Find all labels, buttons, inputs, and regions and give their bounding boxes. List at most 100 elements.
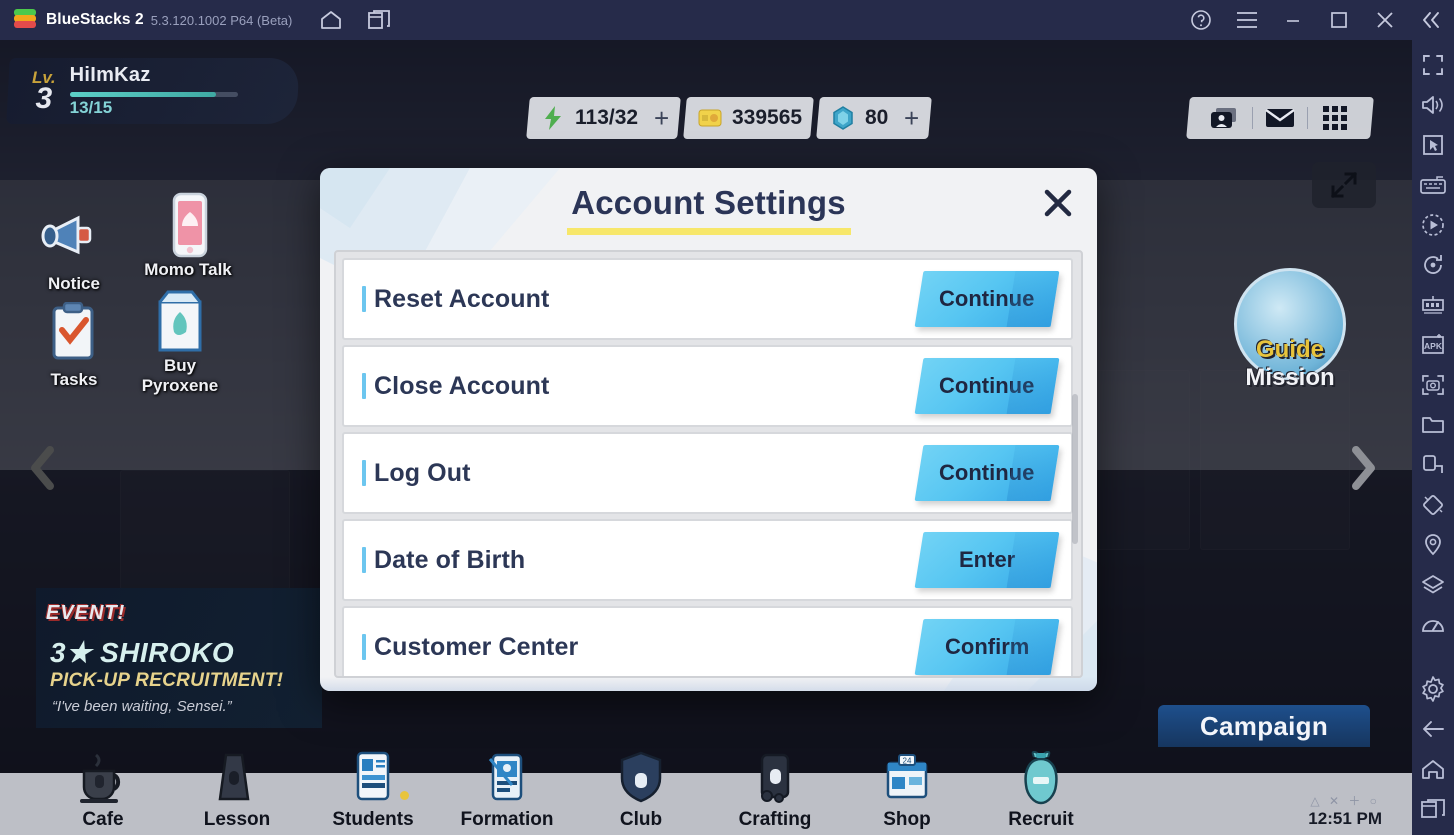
help-icon[interactable] (1184, 3, 1218, 37)
bottom-nav-recruit[interactable]: Recruit (986, 751, 1096, 831)
close-icon[interactable] (1368, 3, 1402, 37)
currency-credits[interactable]: 339565 (683, 97, 815, 139)
bottom-nav-crafting[interactable]: Crafting (720, 751, 830, 831)
currency-ap[interactable]: 113/32 + (526, 97, 682, 139)
game-viewport[interactable]: Lv. 3 HiImKaz 13/15 113/32 + 339565 80 +… (0, 40, 1412, 835)
player-level-value: 3 (35, 81, 53, 115)
macro-play-icon[interactable] (1418, 210, 1448, 240)
close-account-button[interactable]: Continue (914, 358, 1060, 414)
eco-mode-icon[interactable] (1418, 290, 1448, 320)
bottom-nav-lesson[interactable]: Lesson (182, 751, 292, 831)
home-nav-icon[interactable] (1418, 754, 1448, 784)
app-grid-icon[interactable] (1308, 97, 1362, 139)
multi-layer-icon[interactable] (1418, 570, 1448, 600)
settings-list[interactable]: Reset Account Continue Close Account Con… (334, 250, 1083, 678)
xp-bar-fill (69, 92, 216, 97)
app-name: BlueStacks 2 (46, 11, 144, 28)
tilt-icon[interactable] (1418, 490, 1448, 520)
media-folder-icon[interactable] (1418, 410, 1448, 440)
mail-icon[interactable] (1253, 97, 1307, 139)
table-row[interactable]: Date of Birth Enter (342, 519, 1073, 601)
guide-mission-button[interactable]: Guide Mission (1220, 268, 1360, 392)
bottom-nav-cafe[interactable]: Cafe (48, 751, 158, 831)
recents-icon[interactable] (1418, 794, 1448, 824)
reset-account-button[interactable]: Continue (914, 271, 1060, 327)
settings-list-scroll[interactable]: Reset Account Continue Close Account Con… (336, 252, 1081, 676)
player-level: Lv. 3 (32, 68, 56, 115)
hamburger-menu-icon[interactable] (1230, 3, 1264, 37)
customer-center-button-label: Confirm (944, 634, 1030, 659)
cursor-icon[interactable] (1418, 130, 1448, 160)
currency-credits-value: 339565 (732, 106, 803, 129)
profile-card-icon[interactable] (1198, 97, 1252, 139)
performance-icon[interactable] (1418, 610, 1448, 640)
home-icon[interactable] (314, 3, 348, 37)
scrollbar-thumb[interactable] (1072, 394, 1078, 544)
chevron-left-icon[interactable] (20, 438, 66, 498)
log-out-button[interactable]: Continue (914, 445, 1060, 501)
bottom-nav-club-label: Club (619, 809, 663, 830)
gamepad-glyphs: △ ✕ ＋ ○ (1310, 794, 1380, 808)
settings-gear-icon[interactable] (1418, 674, 1448, 704)
bottom-nav-club[interactable]: Club (586, 751, 696, 831)
bottom-nav-shop[interactable]: 24 Shop (852, 751, 962, 831)
bottom-nav-formation-label: Formation (460, 809, 554, 830)
screenshot-icon[interactable] (1418, 370, 1448, 400)
screen-root: Lv. 3 HiImKaz 13/15 113/32 + 339565 80 +… (0, 0, 1454, 835)
title-underline (566, 228, 851, 235)
table-row[interactable]: Close Account Continue (342, 345, 1073, 427)
bluestacks-sidebar: APK (1412, 40, 1454, 835)
left-menu-notice[interactable]: Notice (26, 206, 122, 294)
dialog-header: Account Settings (320, 168, 1097, 244)
close-icon[interactable] (1035, 180, 1081, 226)
clock-time: 12:51 PM (1308, 809, 1382, 828)
row-accent-bar (362, 634, 366, 660)
megaphone-icon (40, 206, 108, 272)
currency-ap-plus[interactable]: + (654, 103, 669, 134)
currency-ap-value: 113/32 (575, 106, 639, 129)
bottom-nav-formation[interactable]: Formation (452, 751, 562, 831)
event-banner[interactable]: EVENT! 3★ SHIROKO PICK-UP RECRUITMENT! “… (36, 588, 322, 728)
row-accent-bar (362, 286, 366, 312)
phone-chat-icon (154, 192, 222, 258)
expand-screen-icon[interactable] (1312, 162, 1376, 208)
scrollbar-track[interactable] (1071, 254, 1079, 676)
rotate-icon[interactable] (1418, 250, 1448, 280)
table-row[interactable]: Customer Center Confirm (342, 606, 1073, 676)
campaign-tab[interactable]: Campaign (1158, 705, 1370, 747)
event-banner-quote: “I've been waiting, Sensei.” (52, 698, 232, 715)
cafe-cup-icon (76, 751, 130, 809)
currency-pyroxene[interactable]: 80 + (816, 97, 932, 139)
left-menu-buy-pyroxene[interactable]: Buy Pyroxene (132, 288, 228, 396)
minimize-icon[interactable] (1276, 3, 1310, 37)
left-menu-tasks[interactable]: Tasks (26, 302, 122, 390)
player-info-panel[interactable]: Lv. 3 HiImKaz 13/15 (6, 58, 300, 124)
currency-pyroxene-plus[interactable]: + (905, 103, 920, 134)
shake-icon[interactable] (1418, 450, 1448, 480)
svg-text:APK: APK (1424, 341, 1443, 351)
campaign-tab-label: Campaign (1199, 710, 1329, 741)
fullscreen-icon[interactable] (1418, 50, 1448, 80)
location-icon[interactable] (1418, 530, 1448, 560)
keyboard-icon[interactable] (1418, 170, 1448, 200)
currency-bar: 113/32 + 339565 80 + (526, 97, 936, 139)
reset-account-button-label: Continue (939, 286, 1035, 311)
modal-footer-shade (320, 677, 1097, 691)
multi-instance-icon[interactable] (362, 3, 396, 37)
date-of-birth-button[interactable]: Enter (914, 532, 1060, 588)
left-menu-tasks-label: Tasks (50, 370, 98, 389)
table-row[interactable]: Reset Account Continue (342, 258, 1073, 340)
customer-center-button[interactable]: Confirm (914, 619, 1060, 675)
install-apk-icon[interactable]: APK (1418, 330, 1448, 360)
collapse-sidebar-icon[interactable] (1414, 3, 1448, 37)
table-row[interactable]: Log Out Continue (342, 432, 1073, 514)
row-accent-bar (362, 460, 366, 486)
bottom-nav-students[interactable]: Students (318, 751, 428, 831)
maximize-icon[interactable] (1322, 3, 1356, 37)
chevron-right-icon[interactable] (1340, 438, 1386, 498)
left-menu-momo-talk[interactable]: Momo Talk (140, 192, 236, 280)
volume-icon[interactable] (1418, 90, 1448, 120)
bottom-nav-crafting-label: Crafting (738, 809, 812, 830)
xp-bar (69, 92, 238, 97)
back-arrow-icon[interactable] (1418, 714, 1448, 744)
